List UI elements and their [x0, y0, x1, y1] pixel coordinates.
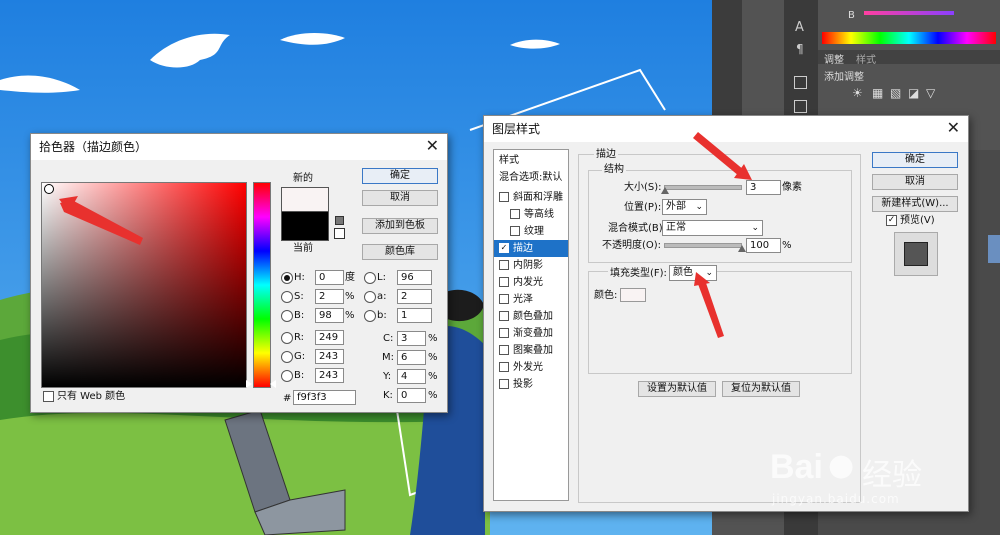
arrow-annotation: [697, 276, 724, 338]
paw-icon: ●: [828, 448, 855, 483]
watermark-brand-2: 经验: [862, 458, 922, 493]
watermark-url: jingyan.baidu.com: [772, 492, 900, 506]
arrow-annotation: [60, 200, 143, 245]
watermark-brand: Bai: [770, 448, 823, 486]
arrow-annotation: [694, 272, 710, 286]
baidu-watermark: Bai ● 经验 jingyan.baidu.com: [770, 448, 970, 518]
